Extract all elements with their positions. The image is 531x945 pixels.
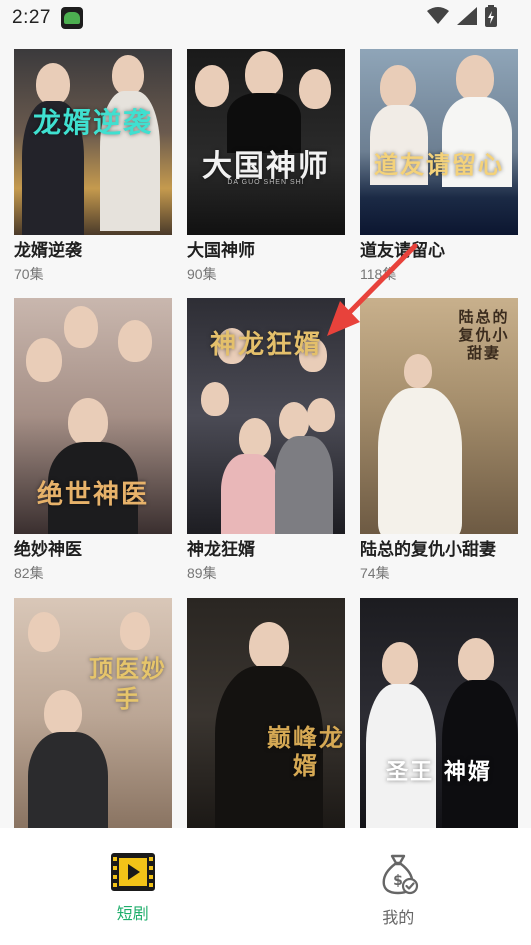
drama-poster[interactable]: 巅峰龙婿 xyxy=(187,598,345,829)
poster-title: 道友请留心 xyxy=(374,150,504,179)
drama-card[interactable]: 圣王 神婿 xyxy=(360,598,518,829)
drama-card[interactable]: 巅峰龙婿 xyxy=(187,598,345,829)
drama-card[interactable]: 绝世神医 绝妙神医 82集 xyxy=(14,298,172,583)
drama-title: 绝妙神医 xyxy=(14,540,82,559)
drama-poster[interactable]: 顶医妙手 xyxy=(14,598,172,829)
episode-count: 70集 xyxy=(14,266,44,282)
drama-poster[interactable]: 圣王 神婿 xyxy=(360,598,518,829)
drama-poster[interactable]: 大国神师 DA GUO SHEN SHI xyxy=(187,49,345,235)
film-icon xyxy=(110,853,155,891)
episode-count: 82集 xyxy=(14,565,44,581)
svg-text:$: $ xyxy=(393,873,403,889)
tab-mine[interactable]: $ 我的 xyxy=(266,828,531,945)
poster-title: 圣王 神婿 xyxy=(386,759,492,785)
drama-poster[interactable]: 神龙狂婿 xyxy=(187,298,345,534)
bottom-nav: 短剧 $ 我的 xyxy=(0,828,531,945)
poster-title: 绝世神医 xyxy=(36,480,149,510)
drama-title: 道友请留心 xyxy=(360,241,445,260)
drama-card[interactable]: 顶医妙手 xyxy=(14,598,172,829)
drama-card[interactable]: 神龙狂婿 神龙狂婿 89集 xyxy=(187,298,345,583)
drama-poster[interactable]: 绝世神医 xyxy=(14,298,172,534)
status-time: 2:27 xyxy=(12,7,51,28)
drama-card[interactable]: 大国神师 DA GUO SHEN SHI 大国神师 90集 xyxy=(187,49,345,284)
drama-title: 陆总的复仇小甜妻 xyxy=(360,540,496,559)
poster-title: 顶医妙手 xyxy=(89,654,167,713)
drama-poster[interactable]: 陆总的复仇小甜妻 xyxy=(360,298,518,534)
battery-icon xyxy=(485,5,497,27)
episode-count: 118集 xyxy=(360,266,397,282)
drama-grid: 龙婿逆袭 龙婿逆袭 70集 大国神师 DA GUO SHEN SHI 大国神师 … xyxy=(14,49,518,829)
poster-title: 龙婿逆袭 xyxy=(32,106,153,139)
episode-count: 90集 xyxy=(187,266,217,282)
drama-title: 大国神师 xyxy=(187,241,255,260)
money-bag-icon: $ xyxy=(382,854,419,895)
drama-card[interactable]: 陆总的复仇小甜妻 陆总的复仇小甜妻 74集 xyxy=(360,298,518,583)
status-icons xyxy=(427,5,497,27)
drama-card[interactable]: 道友请留心 道友请留心 118集 xyxy=(360,49,518,284)
poster-subtitle: DA GUO SHEN SHI xyxy=(227,179,305,186)
drama-title: 龙婿逆袭 xyxy=(14,241,82,260)
poster-title: 巅峰龙婿 xyxy=(267,723,345,780)
tab-mine-label: 我的 xyxy=(382,910,415,927)
poster-title: 陆总的复仇小甜妻 xyxy=(458,308,510,362)
status-bar: 2:27 xyxy=(0,0,531,36)
wifi-icon xyxy=(427,7,449,24)
episode-count: 89集 xyxy=(187,565,217,581)
app-notification-icon xyxy=(60,7,83,29)
poster-title: 神龙狂婿 xyxy=(209,330,322,360)
drama-poster[interactable]: 道友请留心 xyxy=(360,49,518,235)
tab-short-drama-label: 短剧 xyxy=(116,906,149,923)
drama-card[interactable]: 龙婿逆袭 龙婿逆袭 70集 xyxy=(14,49,172,284)
drama-title: 神龙狂婿 xyxy=(187,540,255,559)
drama-poster[interactable]: 龙婿逆袭 xyxy=(14,49,172,235)
tab-short-drama[interactable]: 短剧 xyxy=(0,828,266,945)
episode-count: 74集 xyxy=(360,565,390,581)
signal-icon xyxy=(457,7,477,25)
